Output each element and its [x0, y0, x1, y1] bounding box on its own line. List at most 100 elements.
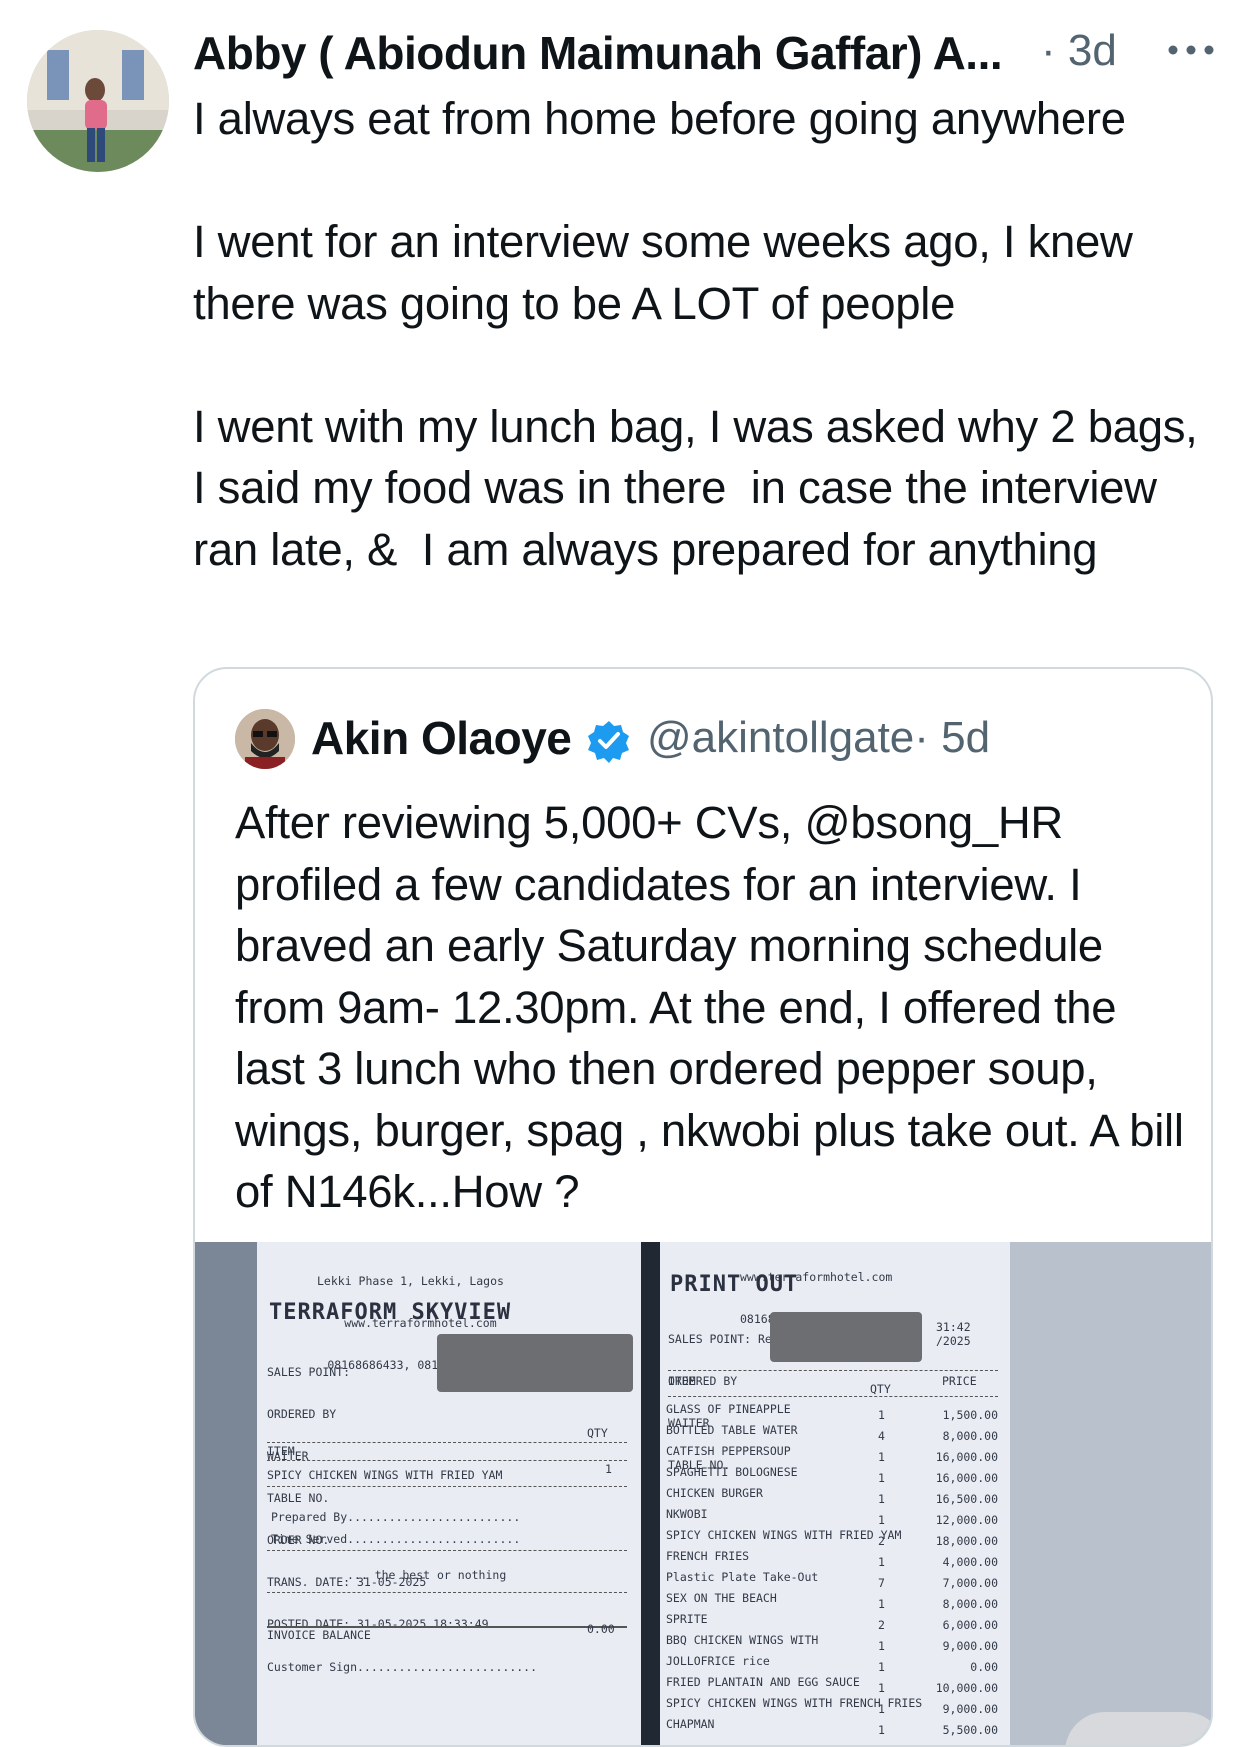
receipt-item-name: GLASS OF PINEAPPLE	[666, 1402, 791, 1416]
receipt-item-qty: 1	[878, 1723, 885, 1737]
receipt-left: Lekki Phase 1, Lekki, Lagos www.terrafor…	[257, 1242, 641, 1745]
receipt-item-row: SPICY CHICKEN WINGS WITH FRIED YAM 2 18,00…	[666, 1528, 1002, 1549]
receipt-left-prepared-by: Prepared By.........................	[271, 1510, 521, 1524]
receipt-left-qty-header: QTY	[587, 1426, 608, 1440]
receipt-item-row: GLASS OF PINEAPPLE 1 1,500.00	[666, 1402, 1002, 1423]
receipt-item-price: 16,000.00	[935, 1471, 998, 1485]
receipt-item-price: 8,000.00	[942, 1597, 998, 1611]
tweet-body: I always eat from home before going anyw…	[193, 93, 1198, 575]
divider	[668, 1370, 998, 1371]
receipt-left-item-1: SPICY CHICKEN WINGS WITH FRIED YAM	[267, 1468, 503, 1482]
receipt-item-qty: 1	[878, 1660, 885, 1674]
receipt-item-name: SEX ON THE BEACH	[666, 1591, 777, 1605]
divider	[267, 1442, 627, 1443]
more-options-icon[interactable]	[1163, 40, 1219, 60]
receipt-item-qty: 4	[878, 1429, 885, 1443]
verified-badge-icon	[588, 721, 629, 763]
receipt-item-row: CHICKEN BURGER 1 16,500.00	[666, 1486, 1002, 1507]
photo-corner-overlay	[1065, 1712, 1211, 1745]
receipt-left-time-served: Time Served.........................	[271, 1532, 521, 1546]
author-name[interactable]: Abby ( Abiodun Maimunah Gaffar) A...	[193, 26, 1002, 80]
quoted-tweet-body: After reviewing 5,000+ CVs, @bsong_HR pr…	[235, 797, 1196, 1217]
receipt-item-qty: 2	[878, 1534, 885, 1548]
tweet-timestamp[interactable]: · 3d	[1041, 26, 1117, 76]
quoted-author-handle[interactable]: @akintollgate	[647, 713, 914, 762]
receipt-item-qty: 1	[878, 1702, 885, 1716]
receipt-item-name: CATFISH PEPPERSOUP	[666, 1444, 791, 1458]
divider	[267, 1486, 627, 1487]
photo-background-right	[1010, 1242, 1211, 1745]
quoted-author-avatar[interactable]	[235, 709, 295, 769]
receipt-item-qty: 1	[878, 1513, 885, 1527]
receipt-item-qty: 1	[878, 1450, 885, 1464]
receipt-item-row: SPAGHETTI BOLOGNESE 1 16,000.00	[666, 1465, 1002, 1486]
receipt-item-name: BOTTLED TABLE WATER	[666, 1423, 798, 1437]
receipt-item-qty: 2	[878, 1618, 885, 1632]
receipt-item-row: FRIED PLANTAIN AND EGG SAUCE 1 10,000.00	[666, 1675, 1002, 1696]
receipt-left-title: TERRAFORM SKYVIEW	[269, 1300, 512, 1325]
receipt-left-customer-sign: Customer Sign..........................	[267, 1660, 538, 1674]
divider	[668, 1396, 998, 1397]
receipt-item-price: 0.00	[970, 1660, 998, 1674]
quoted-author-handle-and-time[interactable]: @akintollgate· 5d	[647, 713, 990, 763]
receipt-right: www.terraformhotel.com 08168686433, 0817…	[660, 1242, 1010, 1745]
receipt-item-row: BOTTLED TABLE WATER 4 8,000.00	[666, 1423, 1002, 1444]
receipt-item-qty: 1	[878, 1681, 885, 1695]
receipt-right-title: PRINT OUT	[670, 1272, 799, 1297]
receipt-right-ordered-by: ORDERED BY	[668, 1374, 738, 1388]
receipt-item-qty: 1	[878, 1597, 885, 1611]
receipt-left-invoice-amount: 0.00	[587, 1622, 615, 1636]
receipt-item-qty: 1	[878, 1555, 885, 1569]
receipt-item-name: Plastic Plate Take-Out	[666, 1570, 819, 1584]
receipt-right-price-header: PRICE	[942, 1374, 977, 1388]
author-avatar[interactable]	[27, 30, 169, 172]
receipt-item-price: 9,000.00	[942, 1702, 998, 1716]
receipt-item-price: 9,000.00	[942, 1639, 998, 1653]
redacted-block	[437, 1334, 633, 1392]
receipt-left-tagline: ... the best or nothing	[347, 1568, 507, 1582]
receipt-item-name: SPICY CHICKEN WINGS WITH FRIED YAM	[666, 1528, 902, 1542]
attached-receipt-photo[interactable]: Lekki Phase 1, Lekki, Lagos www.terrafor…	[195, 1242, 1211, 1745]
receipt-left-table-no: TABLE NO.	[267, 1491, 330, 1505]
receipt-left-ordered-by: ORDERED BY	[267, 1407, 337, 1421]
receipt-item-qty: 7	[878, 1576, 885, 1590]
receipt-item-name: FRENCH FRIES	[666, 1549, 750, 1563]
quoted-tweet-card[interactable]: Akin Olaoye @akintollgate· 5d After revi…	[193, 667, 1213, 1747]
receipt-item-qty: 1	[878, 1408, 885, 1422]
receipt-item-row: Plastic Plate Take-Out 7 7,000.00	[666, 1570, 1002, 1591]
receipt-item-name: BBQ CHICKEN WINGS WITH	[666, 1633, 819, 1647]
receipt-item-price: 18,000.00	[935, 1534, 998, 1548]
receipt-item-row: SEX ON THE BEACH 1 8,000.00	[666, 1591, 1002, 1612]
quoted-author-name[interactable]: Akin Olaoye	[311, 711, 572, 765]
redacted-block	[770, 1312, 922, 1362]
receipt-item-price: 4,000.00	[942, 1555, 998, 1569]
receipt-item-row: CHAPMAN 1 5,500.00	[666, 1717, 1002, 1738]
receipt-left-invoice-balance: INVOICE BALANCE	[267, 1628, 371, 1642]
receipt-item-qty: 1	[878, 1471, 885, 1485]
receipt-item-name: NKWOBI	[666, 1507, 708, 1521]
receipt-item-name: CHICKEN BURGER	[666, 1486, 763, 1500]
receipt-right-items: GLASS OF PINEAPPLE 1 1,500.00 BOTTLED TABLE…	[666, 1402, 1002, 1738]
receipt-item-price: 16,000.00	[935, 1450, 998, 1464]
receipt-item-name: SPAGHETTI BOLOGNESE	[666, 1465, 798, 1479]
receipt-right-qty-header: QTY	[870, 1382, 891, 1396]
receipt-left-item-header: ITEM	[267, 1444, 295, 1458]
quoted-tweet-timestamp[interactable]: · 5d	[914, 713, 990, 762]
divider	[267, 1592, 627, 1593]
receipt-item-price: 1,500.00	[942, 1408, 998, 1422]
receipt-item-qty: 1	[878, 1492, 885, 1506]
receipt-item-row: SPICY CHICKEN WINGS WITH FRENCH FRIES 1 9,…	[666, 1696, 1002, 1717]
receipt-item-price: 7,000.00	[942, 1576, 998, 1590]
receipt-item-row: JOLLOFRICE rice 1 0.00	[666, 1654, 1002, 1675]
receipt-item-price: 5,500.00	[942, 1723, 998, 1737]
receipt-item-row: NKWOBI 1 12,000.00	[666, 1507, 1002, 1528]
receipt-left-item-1-qty: 1	[605, 1462, 612, 1476]
receipt-item-row: FRENCH FRIES 1 4,000.00	[666, 1549, 1002, 1570]
receipt-right-date-fragment: /2025	[936, 1334, 971, 1348]
receipt-item-row: CATFISH PEPPERSOUP 1 16,000.00	[666, 1444, 1002, 1465]
receipt-item-row: BBQ CHICKEN WINGS WITH 1 9,000.00	[666, 1633, 1002, 1654]
receipt-item-price: 12,000.00	[935, 1513, 998, 1527]
receipt-item-price: 16,500.00	[935, 1492, 998, 1506]
receipt-item-name: SPRITE	[666, 1612, 708, 1626]
receipt-item-name: FRIED PLANTAIN AND EGG SAUCE	[666, 1675, 860, 1689]
